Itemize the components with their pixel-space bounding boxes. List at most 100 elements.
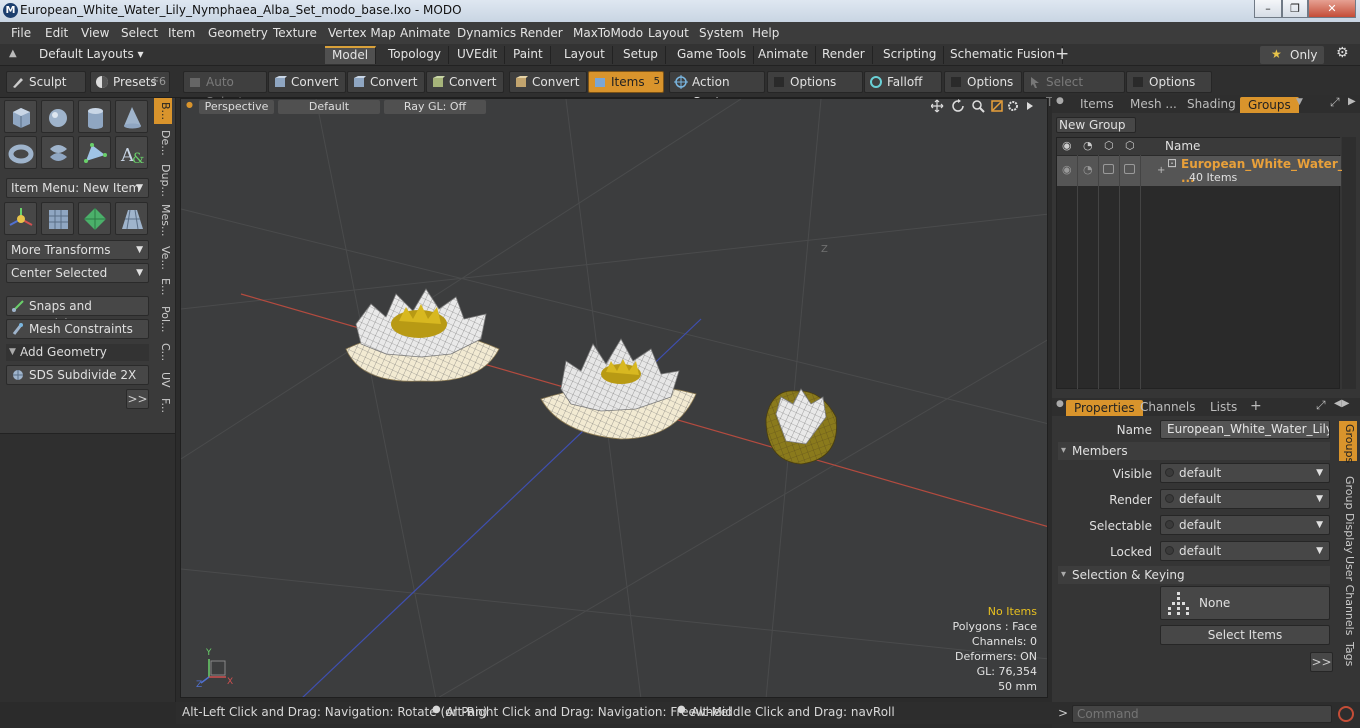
- raygl-dropdown[interactable]: Ray GL: Off: [384, 100, 486, 114]
- menu-system[interactable]: System: [699, 26, 744, 40]
- tab-lists[interactable]: Lists: [1210, 400, 1237, 414]
- panel-menu-dot-icon[interactable]: ●: [1056, 399, 1064, 409]
- viewport-menu-dot-icon[interactable]: ●: [186, 100, 193, 109]
- transform-gizmo-icon[interactable]: [4, 202, 37, 235]
- convert-button-4[interactable]: Convert: [509, 71, 587, 93]
- layout-pin-icon[interactable]: ▲: [9, 48, 17, 59]
- render-dropdown[interactable]: default ▼: [1160, 489, 1330, 509]
- torus-primitive-icon[interactable]: [4, 136, 37, 169]
- tab-render[interactable]: Render: [815, 46, 873, 64]
- vtab-polygon[interactable]: Pol...: [156, 306, 172, 333]
- lily-flower-2[interactable]: [540, 338, 697, 440]
- menu-file[interactable]: File: [11, 26, 31, 40]
- select-none-button[interactable]: None: [1160, 586, 1330, 620]
- selection-keying-section[interactable]: Selection & Keying: [1058, 566, 1330, 584]
- name-field[interactable]: European_White_Water_Lily_Nyr: [1160, 420, 1330, 439]
- tab-properties[interactable]: Properties: [1066, 400, 1143, 416]
- convert-button-3[interactable]: Convert: [426, 71, 504, 93]
- gear-icon[interactable]: ⚙: [1336, 45, 1349, 61]
- grid-plane-icon[interactable]: [41, 202, 74, 235]
- cube-primitive-icon[interactable]: [4, 100, 37, 133]
- add-tab-button[interactable]: +: [1250, 398, 1262, 414]
- maximize-panel-icon[interactable]: ⤢: [1330, 95, 1340, 110]
- items-mode-button[interactable]: Items 5: [588, 71, 664, 93]
- tab-scripting[interactable]: Scripting: [876, 46, 945, 64]
- vtab-edge[interactable]: E...: [156, 278, 172, 295]
- pen-polygon-icon[interactable]: [78, 136, 111, 169]
- command-input[interactable]: [1072, 705, 1332, 723]
- tab-schematic-fusion[interactable]: Schematic Fusion: [943, 46, 1064, 64]
- select-toggle-icon[interactable]: [1124, 164, 1135, 174]
- tab-layout[interactable]: Layout: [557, 46, 613, 64]
- auto-select-button[interactable]: Auto Select: [183, 71, 267, 109]
- menu-item[interactable]: Item: [168, 26, 195, 40]
- vtab-groups[interactable]: Groups: [1340, 424, 1356, 463]
- tab-shading[interactable]: Shading: [1187, 97, 1236, 111]
- add-geometry-section[interactable]: ▼ Add Geometry: [6, 344, 149, 361]
- members-section[interactable]: Members: [1058, 442, 1330, 460]
- tab-setup[interactable]: Setup: [616, 46, 666, 64]
- capsule-primitive-icon[interactable]: [41, 136, 74, 169]
- vtab-group-display[interactable]: Group Display: [1340, 476, 1356, 554]
- snaps-and-precision-button[interactable]: Snaps and Precision: [6, 296, 149, 331]
- expand-panel-button[interactable]: >>: [126, 389, 149, 409]
- panel-arrow-icon[interactable]: ▶: [1348, 96, 1356, 107]
- menu-vertex-map[interactable]: Vertex Map: [328, 26, 396, 40]
- menu-geometry[interactable]: Geometry: [208, 26, 268, 40]
- tab-animate[interactable]: Animate: [751, 46, 817, 64]
- shading-style-dropdown[interactable]: Default: [278, 100, 380, 114]
- convert-button-2[interactable]: Convert: [347, 71, 425, 93]
- default-layouts-dropdown[interactable]: Default Layouts ▾: [39, 47, 144, 61]
- tab-groups[interactable]: Groups: [1240, 97, 1299, 113]
- menu-maxtomodo[interactable]: MaxToModo: [573, 26, 643, 40]
- convert-button-1[interactable]: Convert: [268, 71, 346, 93]
- select-items-button[interactable]: Select Items: [1160, 625, 1330, 645]
- fit-view-icon[interactable]: [991, 100, 1003, 112]
- tab-channels[interactable]: Channels: [1140, 400, 1196, 414]
- pan-icon[interactable]: [931, 99, 944, 113]
- maximize-panel-icon[interactable]: ⤢: [1316, 398, 1326, 413]
- tab-topology[interactable]: Topology: [381, 46, 449, 64]
- tab-game-tools[interactable]: Game Tools: [670, 46, 755, 64]
- menu-layout[interactable]: Layout: [648, 26, 689, 40]
- green-cube-icon[interactable]: [78, 202, 111, 235]
- expand-properties-button[interactable]: >>: [1310, 652, 1333, 672]
- maximize-button[interactable]: ❐: [1282, 0, 1308, 18]
- chevron-down-icon[interactable]: ▼: [1296, 97, 1303, 107]
- cone-primitive-icon[interactable]: [115, 100, 148, 133]
- play-triangle-icon[interactable]: [1027, 102, 1033, 110]
- tab-model[interactable]: Model: [325, 46, 377, 64]
- lock-toggle-icon[interactable]: [1103, 164, 1114, 174]
- only-toggle[interactable]: ★ Only: [1260, 46, 1324, 64]
- sds-subdivide-button[interactable]: SDS Subdivide 2X: [6, 365, 149, 385]
- menu-select[interactable]: Select: [121, 26, 158, 40]
- tab-paint[interactable]: Paint: [506, 46, 551, 64]
- menu-help[interactable]: Help: [752, 26, 779, 40]
- menu-texture[interactable]: Texture: [273, 26, 317, 40]
- render-toggle-icon[interactable]: ◔: [1083, 163, 1093, 176]
- panel-menu-dot-icon[interactable]: ●: [1056, 96, 1064, 106]
- vtab-basic[interactable]: B...: [156, 102, 172, 120]
- viewport-settings-icon[interactable]: [1008, 101, 1018, 111]
- presets-button[interactable]: Presets F6: [90, 71, 170, 93]
- close-button[interactable]: ✕: [1308, 0, 1356, 18]
- visible-dropdown[interactable]: default ▼: [1160, 463, 1330, 483]
- falloff-options-button[interactable]: Options: [944, 71, 1022, 93]
- select-through-options-button[interactable]: Options: [1126, 71, 1212, 93]
- lily-bud[interactable]: [765, 388, 837, 465]
- group-row[interactable]: ◉ ◔ + ⊡ European_White_Water_ ... 40 Ite…: [1057, 156, 1344, 186]
- vtab-curve[interactable]: C...: [156, 343, 172, 361]
- locked-dropdown[interactable]: default ▼: [1160, 541, 1330, 561]
- rotate-icon[interactable]: [952, 99, 964, 112]
- menu-animate[interactable]: Animate: [400, 26, 450, 40]
- lily-flower-1[interactable]: [345, 288, 500, 382]
- action-center-button[interactable]: Action Center: [669, 71, 765, 109]
- menu-render[interactable]: Render: [520, 26, 563, 40]
- vtab-uv[interactable]: UV: [156, 372, 172, 388]
- vtab-tags[interactable]: Tags: [1340, 642, 1356, 666]
- vtab-mesh-edit[interactable]: Mes...: [156, 204, 172, 236]
- vtab-vertex[interactable]: Ve...: [156, 246, 172, 270]
- add-layout-tab-button[interactable]: +: [1055, 44, 1069, 64]
- sphere-primitive-icon[interactable]: [41, 100, 74, 133]
- visibility-toggle-icon[interactable]: ◉: [1062, 163, 1072, 176]
